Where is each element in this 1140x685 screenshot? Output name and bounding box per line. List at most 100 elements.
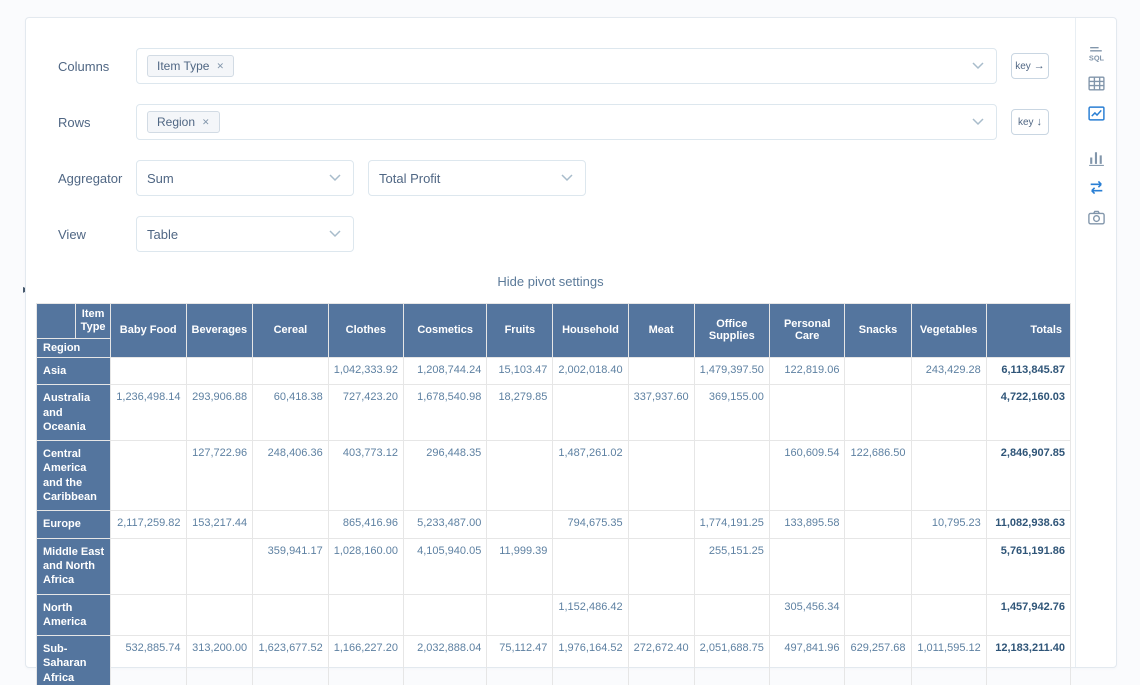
column-header-totals: Totals xyxy=(986,304,1070,358)
chevron-down-icon xyxy=(329,174,341,182)
content-card: Columns Item Type ✕ key → xyxy=(25,17,1117,668)
pivot-value-cell: 2,032,888.04 xyxy=(403,636,486,685)
corner-blank-cell xyxy=(37,304,76,339)
pivot-row: North America 1,152,486.42 305,456.34 1,… xyxy=(37,594,1071,636)
row-header: North America xyxy=(37,594,111,636)
pivot-row: Australia and Oceania1,236,498.14293,906… xyxy=(37,385,1071,441)
pivot-value-cell: 272,672.40 xyxy=(628,636,694,685)
pivot-value-cell: 127,722.96 xyxy=(186,441,253,511)
pivot-value-cell: 18,279.85 xyxy=(487,385,553,441)
pivot-value-cell: 122,686.50 xyxy=(845,441,911,511)
pivot-value-cell: 133,895.58 xyxy=(769,511,845,538)
row-total-cell: 4,722,160.03 xyxy=(986,385,1070,441)
pivot-value-cell: 1,976,164.52 xyxy=(553,636,628,685)
pivot-row: Europe2,117,259.82153,217.44 865,416.965… xyxy=(37,511,1071,538)
column-header: Snacks xyxy=(845,304,911,358)
aggregator-field-value: Total Profit xyxy=(379,171,440,186)
view-control-row: View Table xyxy=(58,216,1049,252)
pivot-value-cell xyxy=(694,594,769,636)
chevron-down-icon xyxy=(561,174,573,182)
pivot-value-cell xyxy=(553,385,628,441)
column-header: Cereal xyxy=(253,304,329,358)
columns-multiselect[interactable]: Item Type ✕ xyxy=(136,48,997,84)
svg-text:SQL: SQL xyxy=(1088,53,1104,62)
camera-icon[interactable] xyxy=(1085,206,1107,228)
aggregator-select[interactable]: Sum xyxy=(136,160,354,196)
pivot-value-cell xyxy=(253,594,329,636)
pivot-value-cell: 794,675.35 xyxy=(553,511,628,538)
pivot-value-cell xyxy=(845,538,911,594)
pivot-value-cell: 359,941.17 xyxy=(253,538,329,594)
columns-tag-item-type[interactable]: Item Type ✕ xyxy=(147,55,234,77)
pivot-value-cell xyxy=(553,538,628,594)
pivot-value-cell: 727,423.20 xyxy=(328,385,403,441)
row-attribute-label: Region xyxy=(37,338,111,357)
pivot-value-cell xyxy=(845,594,911,636)
pivot-value-cell xyxy=(487,511,553,538)
chevron-down-icon xyxy=(972,118,984,126)
column-header: Household xyxy=(553,304,628,358)
bar-chart-icon[interactable] xyxy=(1085,146,1107,168)
rows-multiselect[interactable]: Region ✕ xyxy=(136,104,997,140)
pivot-row: Sub-Saharan Africa532,885.74313,200.001,… xyxy=(37,636,1071,685)
hide-pivot-settings-link[interactable]: Hide pivot settings xyxy=(26,274,1075,289)
pivot-value-cell: 305,456.34 xyxy=(769,594,845,636)
pivot-table-wrap: Item TypeBaby FoodBeveragesCerealClothes… xyxy=(26,303,1075,685)
pivot-value-cell: 1,042,333.92 xyxy=(328,357,403,384)
columns-key-order-button[interactable]: key → xyxy=(1011,53,1049,79)
aggregator-control-row: Aggregator Sum Total Profit xyxy=(58,160,1049,196)
remove-tag-icon[interactable]: ✕ xyxy=(202,117,210,128)
main-panel: Columns Item Type ✕ key → xyxy=(26,18,1075,667)
pivot-value-cell: 296,448.35 xyxy=(403,441,486,511)
pivot-value-cell: 1,487,261.02 xyxy=(553,441,628,511)
pivot-value-cell: 4,105,940.05 xyxy=(403,538,486,594)
pivot-value-cell xyxy=(186,538,253,594)
key-label: key xyxy=(1015,61,1031,72)
pivot-value-cell xyxy=(628,594,694,636)
pivot-value-cell xyxy=(628,357,694,384)
column-header: Office Supplies xyxy=(694,304,769,358)
rows-label: Rows xyxy=(58,115,136,130)
row-total-cell: 6,113,845.87 xyxy=(986,357,1070,384)
pivot-value-cell: 11,999.39 xyxy=(487,538,553,594)
view-value: Table xyxy=(147,227,178,242)
column-header: Beverages xyxy=(186,304,253,358)
rows-tag-region[interactable]: Region ✕ xyxy=(147,111,220,133)
view-select[interactable]: Table xyxy=(136,216,354,252)
remove-tag-icon[interactable]: ✕ xyxy=(216,61,224,72)
pivot-value-cell: 243,429.28 xyxy=(911,357,986,384)
pivot-value-cell xyxy=(403,594,486,636)
rows-tag-label: Region xyxy=(157,115,195,129)
row-total-cell: 12,183,211.40 xyxy=(986,636,1070,685)
pivot-value-cell: 2,051,688.75 xyxy=(694,636,769,685)
pivot-value-cell xyxy=(911,594,986,636)
aggregator-field-select[interactable]: Total Profit xyxy=(368,160,586,196)
pivot-value-cell: 160,609.54 xyxy=(769,441,845,511)
column-header: Clothes xyxy=(328,304,403,358)
sql-icon[interactable]: SQL xyxy=(1085,42,1107,64)
row-total-cell: 5,761,191.86 xyxy=(986,538,1070,594)
chart-icon[interactable] xyxy=(1085,102,1107,124)
pivot-value-cell: 248,406.36 xyxy=(253,441,329,511)
pivot-value-cell xyxy=(628,538,694,594)
pivot-value-cell xyxy=(186,594,253,636)
pivot-value-cell: 1,479,397.50 xyxy=(694,357,769,384)
rows-key-order-button[interactable]: key ↓ xyxy=(1011,109,1049,135)
pivot-value-cell: 403,773.12 xyxy=(328,441,403,511)
row-header: Sub-Saharan Africa xyxy=(37,636,111,685)
pivot-value-cell: 153,217.44 xyxy=(186,511,253,538)
pivot-value-cell: 532,885.74 xyxy=(110,636,186,685)
table-icon[interactable] xyxy=(1085,72,1107,94)
column-header: Baby Food xyxy=(110,304,186,358)
pivot-value-cell: 1,152,486.42 xyxy=(553,594,628,636)
view-label: View xyxy=(58,227,136,242)
row-total-cell: 1,457,942.76 xyxy=(986,594,1070,636)
pivot-value-cell: 337,937.60 xyxy=(628,385,694,441)
column-header: Fruits xyxy=(487,304,553,358)
pivot-value-cell: 1,166,227.20 xyxy=(328,636,403,685)
transfer-icon[interactable] xyxy=(1085,176,1107,198)
pivot-value-cell: 1,208,744.24 xyxy=(403,357,486,384)
pivot-value-cell xyxy=(110,441,186,511)
pivot-value-cell xyxy=(186,357,253,384)
arrow-right-icon: → xyxy=(1034,60,1045,72)
